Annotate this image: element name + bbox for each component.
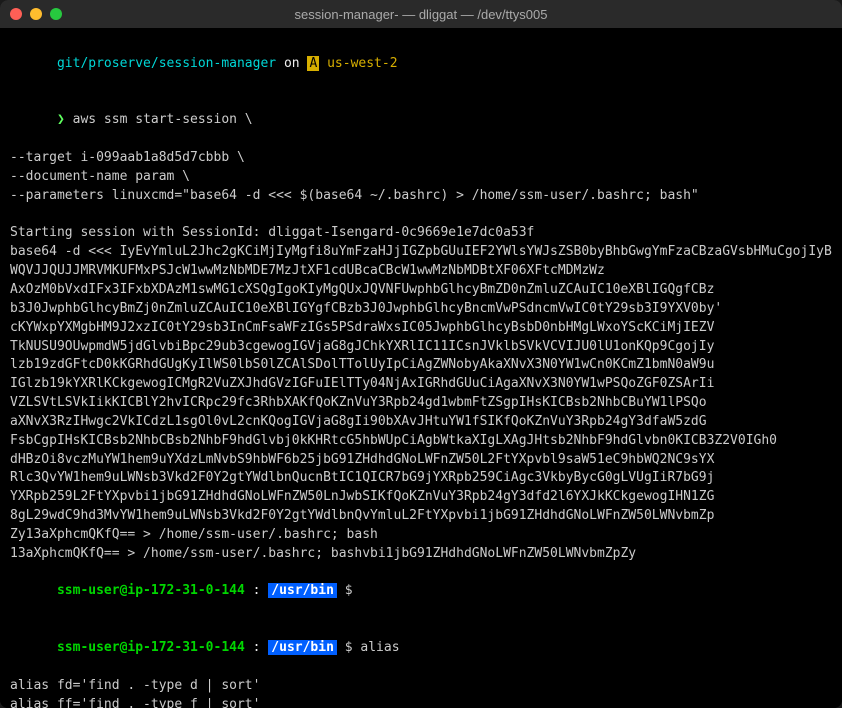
b64-9: aXNvX3RzIHwgc2VkICdzL1sgOl0vL2cnKQogIGVj… (10, 414, 707, 429)
b64-7: IGlzb19kYXRlKCkgewogICMgR2VuZXJhdGVzIGFu… (10, 376, 714, 391)
ssm-cwd-1: /usr/bin (268, 583, 337, 598)
prompt-line: git/proserve/session-manager on A us-wes… (10, 36, 832, 93)
close-button[interactable] (10, 8, 22, 20)
ssm-dollar-2: $ (337, 640, 360, 655)
b64-14: 8gL29wdC9hd3MvYW1hem9uLWNsb3Vkd2F0Y2gtYW… (10, 508, 714, 523)
terminal-body[interactable]: git/proserve/session-manager on A us-wes… (0, 28, 842, 708)
b64-16: 13aXphcmQKfQ== > /home/ssm-user/.bashrc;… (10, 546, 636, 561)
b64-8: VZLSVtLSVkIikKICBlY2hvICRpc29fc3RhbXAKfQ… (10, 395, 707, 410)
b64-1: base64 -d <<< IyEvYmluL2Jhc2gKCiMjIyMgfi… (10, 244, 832, 278)
maximize-button[interactable] (50, 8, 62, 20)
traffic-lights (10, 8, 62, 20)
command-line-1: ❯ aws ssm start-session \ (10, 93, 832, 150)
ssm-sep-1: : (245, 583, 268, 598)
b64-6: lzb19zdGFtcD0kKGRhdGUgKyIlWS0lbS0lZCAlSD… (10, 357, 714, 372)
region-name: us-west-2 (319, 56, 397, 71)
base64-output: base64 -d <<< IyEvYmluL2Jhc2gKCiMjIyMgfi… (10, 243, 832, 563)
region-badge: A (307, 56, 319, 71)
b64-5: TkNUSU9OUwpmdW5jdGlvbiBpc29ub3cgewogIGVj… (10, 339, 714, 354)
blank-line (10, 206, 832, 225)
ssm-sep-2: : (245, 640, 268, 655)
b64-12: Rlc3QvYW1hem9uLWNsb3Vkd2F0Y2gtYWdlbnQucn… (10, 470, 714, 485)
prompt-arrow-icon: ❯ (57, 112, 65, 127)
ssm-dollar-1: $ (337, 583, 360, 598)
terminal-window: session-manager- — dliggat — /dev/ttys00… (0, 0, 842, 708)
alias-output-1: alias fd='find . -type d | sort' (10, 677, 832, 696)
b64-2: AxOzM0bVxdIFx3IFxbXDAzM1swMG1cXSQgIgoKIy… (10, 282, 714, 297)
ssm-prompt-2: ssm-user@ip-172-31-0-144 : /usr/bin $ al… (10, 620, 832, 677)
command-line-4: --parameters linuxcmd="base64 -d <<< $(b… (10, 187, 832, 206)
b64-3: b3J0JwphbGlhcyBmZj0nZmluZCAuIC10eXBlIGYg… (10, 301, 722, 316)
b64-15: Zy13aXphcmQKfQ== > /home/ssm-user/.bashr… (10, 527, 378, 542)
minimize-button[interactable] (30, 8, 42, 20)
cmd-text-1: aws ssm start-session \ (65, 112, 253, 127)
b64-11: dHBzOi8vczMuYW1hem9uYXdzLmNvbS9hbWF6b25j… (10, 452, 714, 467)
ssm-prompt-1: ssm-user@ip-172-31-0-144 : /usr/bin $ (10, 564, 832, 621)
b64-4: cKYWxpYXMgbHM9J2xzIC0tY29sb3InCmFsaWFzIG… (10, 320, 714, 335)
prompt-on: on (276, 56, 307, 71)
session-start: Starting session with SessionId: dliggat… (10, 224, 832, 243)
ssm-user-host-2: ssm-user@ip-172-31-0-144 (57, 640, 245, 655)
titlebar: session-manager- — dliggat — /dev/ttys00… (0, 0, 842, 28)
command-line-3: --document-name param \ (10, 168, 832, 187)
command-line-2: --target i-099aab1a8d5d7cbbb \ (10, 149, 832, 168)
ssm-user-host: ssm-user@ip-172-31-0-144 (57, 583, 245, 598)
b64-10: FsbCgpIHsKICBsb2NhbCBsb2NhbF9hdGlvbj0kKH… (10, 433, 777, 448)
prompt-path: git/proserve/session-manager (57, 56, 276, 71)
b64-13: YXRpb259L2FtYXpvbi1jbG91ZHdhdGNoLWFnZW50… (10, 489, 714, 504)
alias-command: alias (360, 640, 399, 655)
alias-output-2: alias ff='find . -type f | sort' (10, 696, 832, 708)
ssm-cwd-2: /usr/bin (268, 640, 337, 655)
window-title: session-manager- — dliggat — /dev/ttys00… (295, 7, 548, 22)
